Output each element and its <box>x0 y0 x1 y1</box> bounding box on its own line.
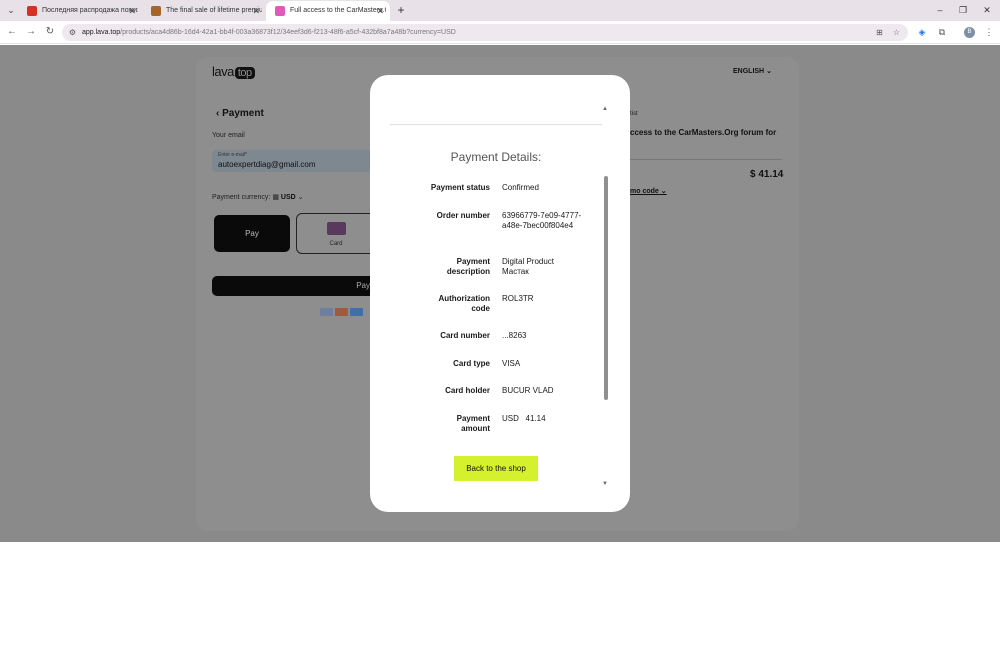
tab-carmasters[interactable]: Full access to the CarMasters.O ✕ <box>266 1 390 21</box>
tab-title: The final sale of lifetime premiu <box>166 7 262 14</box>
back-arrow-icon[interactable]: ← <box>6 26 18 38</box>
payment-heading[interactable]: ‹ Payment <box>216 108 264 119</box>
close-icon[interactable]: ✕ <box>376 1 384 21</box>
detail-value: Confirmed <box>502 183 539 192</box>
payment-logos <box>320 303 365 316</box>
product-title: ccess to the CarMasters.Org forum for <box>630 128 777 137</box>
detail-label: Payment status <box>430 183 490 192</box>
lava-favicon-icon <box>275 6 285 16</box>
lava-logo[interactable]: lava top <box>212 64 255 79</box>
chevron-down-icon: ⌄ <box>297 194 304 201</box>
email-label: Your email <box>212 132 245 139</box>
detail-value: BUCUR VLAD <box>502 386 554 395</box>
browser-tab-bar: ⌄ Последняя распродажа пожиз ✕ The final… <box>0 0 1000 21</box>
scroll-down-arrow-icon[interactable]: ▼ <box>602 481 608 487</box>
product-author: tist <box>630 111 638 117</box>
modal-title: Payment Details: <box>450 150 542 164</box>
extensions-puzzle-icon[interactable]: ⧉ <box>936 26 948 38</box>
tab-title: Последняя распродажа пожиз <box>42 7 138 14</box>
detail-label: Order number <box>436 211 490 220</box>
divider <box>390 124 602 125</box>
gmail-favicon-icon <box>27 6 37 16</box>
email-field[interactable]: Enter e-mail* autoexpertdiag@gmail.com <box>212 150 382 172</box>
us-flag-icon: ▦ <box>272 194 279 201</box>
apple-pay-button[interactable]: Pay <box>214 215 290 252</box>
tab-gmail[interactable]: Последняя распродажа пожиз ✕ <box>18 1 142 21</box>
currency-selector[interactable]: Payment currency: ▦ USD ⌄ <box>212 193 304 201</box>
detail-label: Payment description <box>446 257 490 276</box>
detail-value: Digital Product Мастак <box>502 257 555 276</box>
address-bar[interactable]: ⚙ app.lava.top/products/aca4d86b-16d4-42… <box>62 24 908 41</box>
restore-icon[interactable]: ❐ <box>956 3 970 17</box>
detail-value: ROL3TR <box>502 294 534 303</box>
close-icon[interactable]: ✕ <box>128 1 136 21</box>
divider <box>630 159 782 160</box>
forward-arrow-icon[interactable]: → <box>25 26 37 38</box>
back-to-shop-button[interactable]: Back to the shop <box>454 456 538 481</box>
detail-label: Card number <box>440 331 490 340</box>
credit-card-icon <box>327 222 346 235</box>
tab-final-sale[interactable]: The final sale of lifetime premiu ✕ <box>142 1 266 21</box>
extension-translate-icon[interactable]: ◈ <box>916 26 928 38</box>
detail-value: ...8263 <box>502 331 527 340</box>
url-text: app.lava.top/products/aca4d86b-16d4-42a1… <box>82 29 456 36</box>
language-selector[interactable]: ENGLISH ⌄ <box>733 67 772 75</box>
amex-icon <box>350 308 363 316</box>
product-price: $ 41.14 <box>750 169 784 180</box>
minimize-icon[interactable]: – <box>933 3 947 17</box>
detail-label: Authorization code <box>438 294 490 313</box>
pay-button[interactable]: Pay <box>212 276 382 296</box>
translate-icon[interactable]: ⊞ <box>874 27 885 38</box>
chevron-down-icon: ⌄ <box>660 188 667 195</box>
detail-value: USD 41.14 <box>502 414 546 423</box>
tab-search-icon[interactable]: ⌄ <box>5 4 17 16</box>
new-tab-button[interactable]: + <box>394 3 408 17</box>
payment-details-modal: ▲ ▼ Payment Details: Payment status Conf… <box>370 75 630 512</box>
card-payment-option[interactable]: Card <box>296 213 376 254</box>
close-icon[interactable]: ✕ <box>252 1 260 21</box>
email-placeholder: Enter e-mail* <box>218 152 247 158</box>
window-close-icon[interactable]: ✕ <box>980 3 994 17</box>
promo-code-link[interactable]: mo code ⌄ <box>630 187 667 195</box>
tab-title: Full access to the CarMasters.O <box>290 7 386 14</box>
bookmark-star-icon[interactable]: ☆ <box>891 27 902 38</box>
scrollbar-thumb[interactable] <box>604 176 608 400</box>
scroll-up-arrow-icon[interactable]: ▲ <box>602 106 608 112</box>
menu-kebab-icon[interactable]: ⋮ <box>983 26 995 38</box>
reload-icon[interactable]: ↻ <box>44 26 56 38</box>
detail-value: VISA <box>502 359 521 368</box>
chevron-down-icon: ⌄ <box>766 68 772 75</box>
email-value: autoexpertdiag@gmail.com <box>218 160 316 169</box>
browser-toolbar: ← → ↻ ⚙ app.lava.top/products/aca4d86b-1… <box>0 21 1000 44</box>
detail-label: Card type <box>453 359 490 368</box>
detail-label: Card holder <box>445 386 490 395</box>
mastercard-icon <box>335 308 348 316</box>
detail-label: Payment amount <box>456 414 490 433</box>
profile-avatar[interactable]: B <box>964 27 975 38</box>
site-settings-icon[interactable]: ⚙ <box>67 27 78 38</box>
detail-value: 63966779-7e09-4777-a48e-7bec00f804e4 <box>502 211 582 230</box>
chevron-left-icon: ‹ <box>216 108 220 119</box>
forum-favicon-icon <box>151 6 161 16</box>
visa-icon <box>320 308 333 316</box>
